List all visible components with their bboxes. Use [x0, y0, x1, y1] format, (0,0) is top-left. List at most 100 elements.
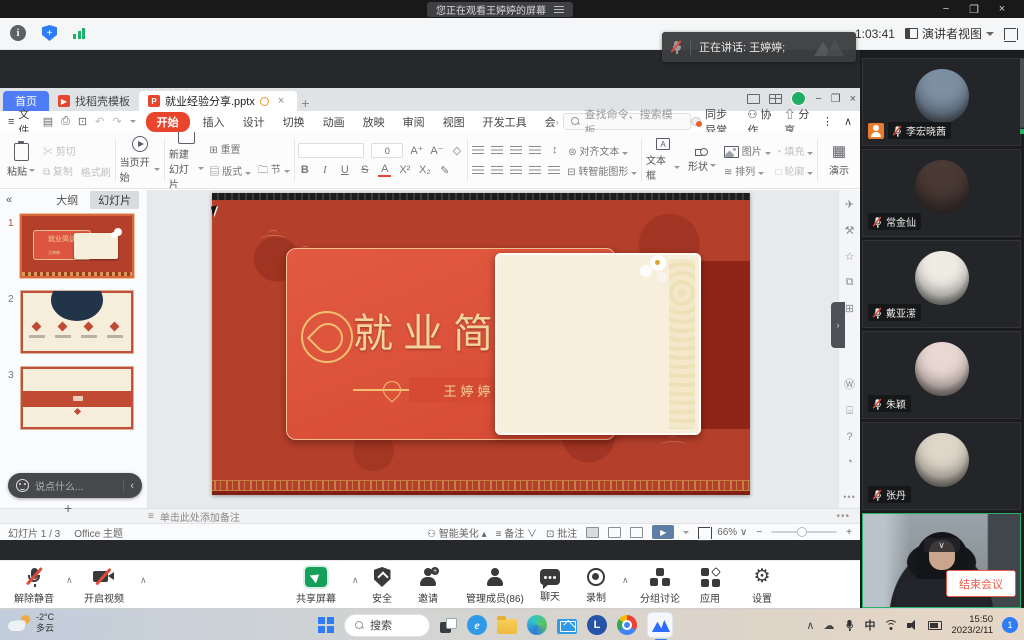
wps-minimize-button[interactable]: − [815, 93, 821, 105]
menu-slideshow[interactable]: 放映 [354, 114, 394, 130]
wps-close-button[interactable]: × [850, 93, 856, 105]
mail-app-icon[interactable] [557, 619, 577, 634]
save-icon[interactable]: ▤ [43, 115, 53, 128]
comments-toggle[interactable]: ⊡ 批注 [546, 525, 577, 540]
present-button[interactable]: ▦ 演示 [822, 144, 856, 177]
zoom-out-button[interactable]: − [756, 527, 762, 538]
wifi-icon[interactable] [884, 620, 898, 631]
tray-cloud-icon[interactable]: ☁ [823, 619, 834, 632]
tab-docer-templates[interactable]: ▶ 找稻壳模板 [49, 91, 139, 111]
justify-icon[interactable] [529, 166, 541, 175]
zoom-in-button[interactable]: + [846, 527, 852, 538]
tray-expand-icon[interactable]: ∧ [806, 619, 814, 632]
layout-button[interactable]: ▤ 版式 [209, 163, 251, 178]
participant-tile[interactable]: 李宏晓茜 [862, 58, 1021, 146]
tab-close-icon[interactable]: × [274, 95, 288, 107]
end-meeting-button[interactable]: 结束会议 [946, 570, 1016, 597]
align-left-icon[interactable] [472, 166, 484, 175]
zoom-slider[interactable] [771, 531, 837, 533]
text-box-button[interactable]: A 文本框 [646, 138, 680, 182]
rail-more-icon[interactable]: ••• [839, 492, 860, 502]
participant-tile[interactable]: 张丹 [862, 422, 1021, 510]
increase-font-icon[interactable]: A⁺ [410, 144, 423, 157]
layout-grid-icon[interactable] [769, 94, 782, 104]
meeting-security-icon[interactable]: + [42, 25, 57, 41]
indent-increase-icon[interactable] [529, 146, 541, 155]
banner-menu-icon[interactable] [554, 6, 564, 14]
beautify-button[interactable]: ⚇ 智能美化 ▴ [427, 525, 487, 540]
theme-label[interactable]: Office 主题 [74, 525, 123, 540]
ie-browser-icon[interactable]: e [467, 615, 487, 635]
slide-thumbnail-3[interactable] [20, 366, 134, 430]
play-from-current-button[interactable]: 当页开始 [120, 136, 160, 184]
reset-button[interactable]: ⊞ 重置 [209, 141, 289, 156]
file-explorer-icon[interactable] [497, 619, 517, 634]
collapse-video-icon[interactable]: ∨ [924, 538, 960, 552]
blue-app-icon[interactable]: L [587, 615, 607, 635]
menu-devtools[interactable]: 开发工具 [474, 114, 536, 130]
font-name-select[interactable] [298, 143, 364, 158]
slide-thumbnail-1[interactable]: 就业简谈王婷婷 [20, 214, 134, 278]
font-color-button[interactable]: A [378, 163, 391, 177]
taskbar-search[interactable]: 搜索 [344, 614, 430, 637]
preview-icon[interactable]: ⊡ [78, 115, 87, 128]
emoji-icon[interactable] [16, 479, 29, 492]
underline-button[interactable]: U [338, 164, 351, 176]
zoom-level[interactable]: 66% ∨ [717, 527, 747, 538]
clear-format-icon[interactable]: ◇ [450, 144, 463, 157]
menu-scroll-icon[interactable]: › [556, 117, 559, 127]
meeting-info-icon[interactable]: i [10, 25, 26, 41]
line-spacing-icon[interactable]: ↕ [548, 144, 561, 156]
rail-rocket-icon[interactable]: ✈ [845, 198, 854, 211]
rail-help-icon[interactable]: ? [846, 431, 852, 443]
new-slide-button[interactable]: 新建幻灯片 [169, 132, 204, 189]
redo-icon[interactable]: ↷ [112, 115, 121, 128]
tray-mic-icon[interactable] [844, 619, 854, 631]
slide-canvas[interactable]: 就业简谈 王婷婷 [148, 190, 838, 508]
start-video-button[interactable]: 开启视频 [84, 567, 124, 605]
task-view-button[interactable] [440, 618, 457, 633]
print-icon[interactable]: ⎙ [61, 115, 70, 128]
battery-icon[interactable] [928, 621, 942, 630]
settings-button[interactable]: ⚙ 设置 [752, 567, 772, 605]
undo-icon[interactable]: ↶ [95, 115, 104, 128]
breakout-button[interactable]: 分组讨论 [640, 567, 680, 605]
section-button[interactable]: 🗀 节 [258, 161, 290, 180]
view-reading-icon[interactable] [630, 527, 643, 538]
edge-browser-icon[interactable] [527, 615, 547, 635]
more-icon[interactable]: ⋮ [822, 115, 833, 128]
picture-button[interactable]: 图片 [724, 143, 771, 158]
slide-1[interactable]: 就业简谈 王婷婷 [212, 193, 750, 495]
view-normal-icon[interactable] [586, 527, 599, 538]
font-size-select[interactable]: 0 [371, 143, 403, 158]
strikethrough-button[interactable]: S [358, 164, 371, 176]
wps-account-avatar[interactable] [791, 91, 806, 106]
columns-icon[interactable] [548, 166, 560, 175]
copy-button[interactable]: ⧉ 复制 [43, 163, 76, 178]
align-center-icon[interactable] [491, 166, 503, 175]
add-slide-button[interactable]: + [64, 500, 72, 516]
security-button[interactable]: 安全 [372, 567, 392, 605]
menu-insert[interactable]: 插入 [194, 114, 234, 130]
close-button[interactable]: × [988, 3, 1016, 15]
chrome-browser-icon[interactable] [617, 615, 637, 635]
smart-graphic-button[interactable]: ⊟ 转智能图形 [567, 163, 637, 178]
minimize-button[interactable]: − [932, 3, 960, 15]
speaker-icon[interactable] [907, 620, 919, 631]
mic-options-icon[interactable]: ∧ [66, 575, 73, 586]
weather-widget[interactable]: -2°C多云 [8, 612, 54, 634]
record-options-icon[interactable]: ∧ [622, 575, 629, 586]
watching-banner[interactable]: 您正在观看王婷婷的屏幕 [427, 2, 573, 17]
zoom-slider-knob[interactable] [797, 527, 807, 537]
slideshow-play-button[interactable]: ▶ [652, 525, 674, 539]
menu-transition[interactable]: 切换 [274, 114, 314, 130]
notes-bar[interactable]: ≡ 单击此处添加备注 ••• [0, 508, 860, 523]
indent-decrease-icon[interactable] [510, 146, 522, 155]
meeting-app-icon[interactable] [647, 612, 673, 638]
tab-outline[interactable]: 大纲 [48, 191, 86, 209]
sidebar-scrollbar[interactable] [1020, 58, 1024, 128]
rail-media-icon[interactable]: ⊞ [845, 302, 854, 315]
ime-indicator[interactable]: 中 [864, 617, 875, 633]
arrange-button[interactable]: ≋ 排列 [724, 163, 771, 178]
participant-tile[interactable]: 戴亚潆 [862, 240, 1021, 328]
